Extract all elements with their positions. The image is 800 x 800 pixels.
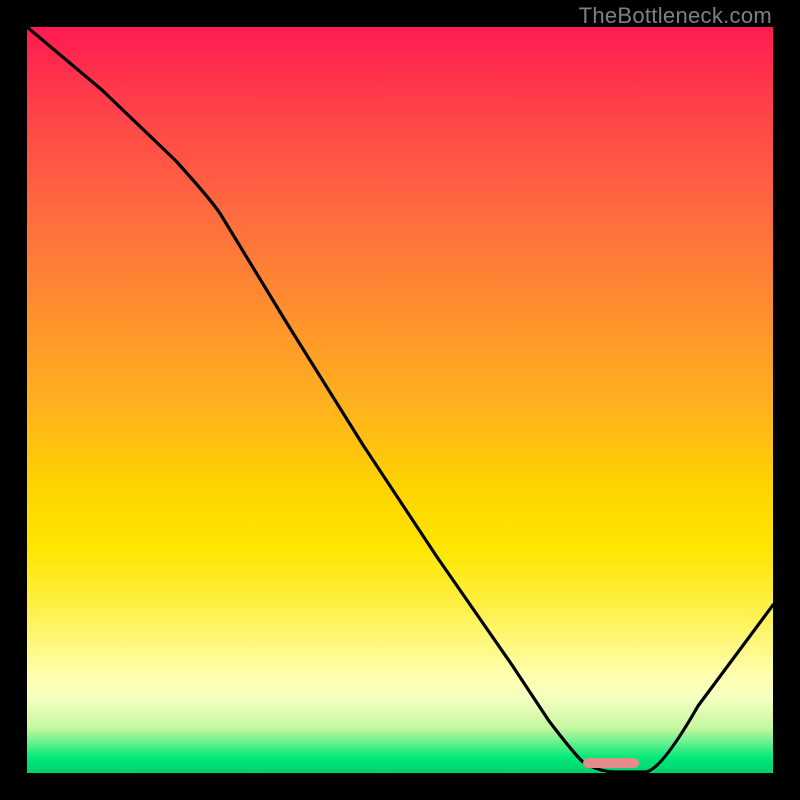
bottleneck-curve xyxy=(27,27,773,772)
optimal-range-marker xyxy=(583,758,639,768)
chart-frame: TheBottleneck.com xyxy=(0,0,800,800)
curve-svg xyxy=(27,27,773,773)
watermark-text: TheBottleneck.com xyxy=(579,3,772,29)
plot-area xyxy=(27,27,773,773)
